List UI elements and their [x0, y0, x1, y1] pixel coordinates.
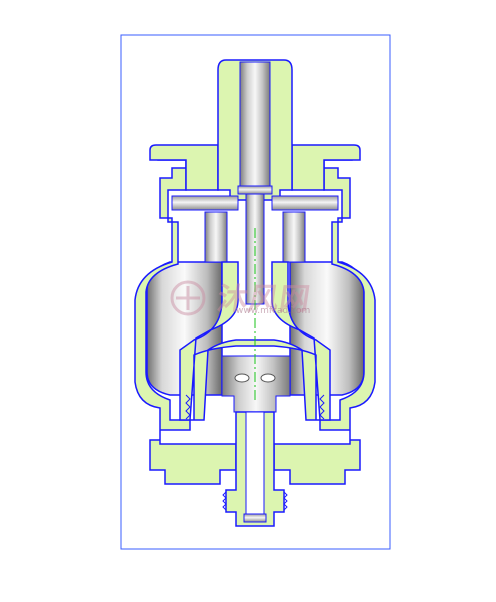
watermark-logo	[170, 280, 206, 316]
right-connector-rod	[271, 195, 339, 211]
outlet-nipple	[243, 513, 267, 523]
piston-port-left	[234, 373, 250, 383]
left-valve-column	[204, 211, 228, 263]
stem-collar	[237, 185, 273, 195]
watermark-url: www.mfcad.com	[236, 306, 311, 316]
drawing-canvas: 沐风网 www.mfcad.com	[0, 0, 496, 598]
outlet-bore	[245, 411, 265, 521]
piston-port-right	[260, 373, 276, 383]
left-connector-rod	[171, 195, 239, 211]
right-valve-column	[282, 211, 306, 263]
central-stem	[239, 61, 271, 189]
piston-poppet	[221, 355, 291, 413]
